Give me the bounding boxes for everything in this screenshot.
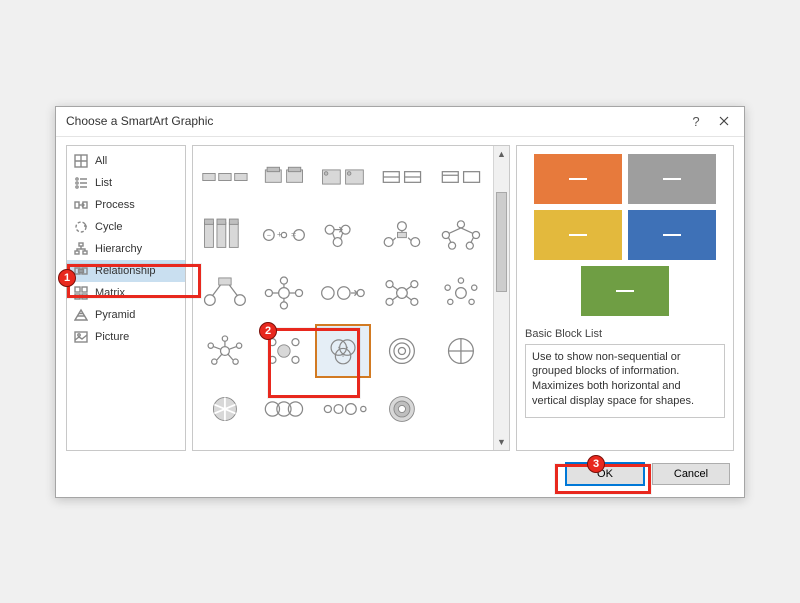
layout-thumb[interactable]	[256, 324, 311, 378]
dialog-footer: OK Cancel	[56, 455, 744, 497]
category-label: Process	[95, 199, 135, 211]
category-label: Pyramid	[95, 309, 135, 321]
layout-thumb[interactable]	[375, 208, 430, 262]
layout-thumb[interactable]	[256, 266, 311, 320]
preview-pane: Basic Block List Use to show non-sequent…	[516, 145, 734, 451]
category-list: All List Process Cycle	[66, 145, 186, 451]
dialog-title: Choose a SmartArt Graphic	[66, 114, 682, 128]
dialog-body: All List Process Cycle	[56, 137, 744, 455]
category-label: List	[95, 177, 112, 189]
svg-text:=: =	[291, 229, 296, 239]
category-label: Picture	[95, 331, 129, 343]
layout-thumb[interactable]	[315, 266, 370, 320]
list-icon	[73, 175, 89, 191]
layout-thumb[interactable]	[197, 266, 252, 320]
matrix-icon	[73, 285, 89, 301]
layout-gallery: −+ =	[192, 145, 510, 451]
preview-block	[534, 210, 622, 260]
preview-block	[581, 266, 669, 316]
category-label: Relationship	[95, 265, 156, 277]
category-hierarchy[interactable]: Hierarchy	[67, 238, 185, 260]
category-pyramid[interactable]: Pyramid	[67, 304, 185, 326]
category-label: Cycle	[95, 221, 123, 233]
category-label: Matrix	[95, 287, 125, 299]
category-matrix[interactable]: Matrix	[67, 282, 185, 304]
category-all[interactable]: All	[67, 150, 185, 172]
category-process[interactable]: Process	[67, 194, 185, 216]
layout-thumb[interactable]	[197, 440, 252, 451]
smartart-dialog: Choose a SmartArt Graphic ? All List	[55, 106, 745, 498]
layout-thumb[interactable]	[315, 208, 370, 262]
ok-button[interactable]: OK	[566, 463, 644, 485]
cancel-button[interactable]: Cancel	[652, 463, 730, 485]
relationship-icon	[73, 263, 89, 279]
scroll-track[interactable]	[494, 162, 509, 434]
layout-thumb[interactable]	[315, 150, 370, 204]
category-picture[interactable]: Picture	[67, 326, 185, 348]
layout-thumb-selected[interactable]	[315, 324, 370, 378]
titlebar: Choose a SmartArt Graphic ?	[56, 107, 744, 137]
layout-thumb[interactable]	[375, 324, 430, 378]
scroll-down-icon[interactable]: ▼	[494, 434, 509, 450]
gallery-scrollbar[interactable]: ▲ ▼	[493, 146, 509, 450]
preview-title: Basic Block List	[525, 328, 725, 340]
layout-thumb[interactable]	[197, 150, 252, 204]
preview-block	[628, 210, 716, 260]
preview-block	[534, 154, 622, 204]
category-label: Hierarchy	[95, 243, 142, 255]
hierarchy-icon	[73, 241, 89, 257]
cycle-icon	[73, 219, 89, 235]
layout-thumb[interactable]	[434, 266, 489, 320]
layout-thumb[interactable]	[434, 208, 489, 262]
layout-thumb[interactable]	[315, 382, 370, 436]
layout-thumb[interactable]	[197, 208, 252, 262]
layout-thumb[interactable]	[256, 150, 311, 204]
svg-text:+: +	[277, 229, 282, 239]
layout-thumb[interactable]	[256, 382, 311, 436]
picture-icon	[73, 329, 89, 345]
layout-thumb[interactable]	[197, 324, 252, 378]
layout-thumb[interactable]	[197, 382, 252, 436]
layout-thumb[interactable]	[375, 382, 430, 436]
close-button[interactable]	[710, 110, 738, 132]
category-label: All	[95, 155, 107, 167]
layout-thumb[interactable]	[434, 382, 489, 436]
layout-thumb[interactable]	[375, 150, 430, 204]
layout-thumb[interactable]	[434, 324, 489, 378]
pyramid-icon	[73, 307, 89, 323]
layout-thumb[interactable]	[375, 266, 430, 320]
category-list-item[interactable]: List	[67, 172, 185, 194]
svg-text:−: −	[267, 231, 271, 239]
process-icon	[73, 197, 89, 213]
category-relationship[interactable]: Relationship	[67, 260, 185, 282]
help-button[interactable]: ?	[682, 110, 710, 132]
all-icon	[73, 153, 89, 169]
preview-block	[628, 154, 716, 204]
layout-thumb[interactable]: −+ =	[256, 208, 311, 262]
preview-description: Use to show non-sequential or grouped bl…	[525, 344, 725, 418]
scroll-up-icon[interactable]: ▲	[494, 146, 509, 162]
layout-thumb[interactable]	[434, 150, 489, 204]
category-cycle[interactable]: Cycle	[67, 216, 185, 238]
scroll-thumb[interactable]	[496, 192, 507, 292]
preview-swatches	[525, 154, 725, 316]
